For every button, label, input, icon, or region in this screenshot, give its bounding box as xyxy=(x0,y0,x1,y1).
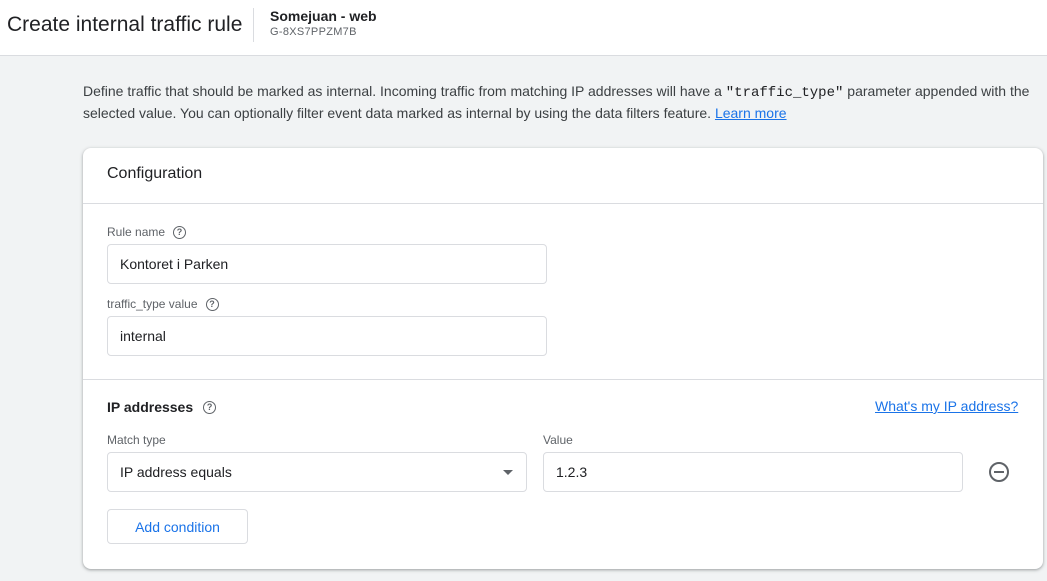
intro-text-before: Define traffic that should be marked as … xyxy=(83,83,726,99)
traffic-type-label-text: traffic_type value xyxy=(107,297,198,311)
rule-name-value: Kontoret i Parken xyxy=(120,256,229,272)
whats-my-ip-link[interactable]: What's my IP address? xyxy=(875,398,1018,414)
intro-description: Define traffic that should be marked as … xyxy=(83,81,1045,123)
help-circle-icon[interactable]: ? xyxy=(203,400,217,414)
dropdown-arrow-icon xyxy=(503,470,513,475)
add-condition-button[interactable]: Add condition xyxy=(107,509,248,544)
help-circle-icon[interactable]: ? xyxy=(205,297,219,311)
ip-addresses-heading: IP addresses ? xyxy=(107,399,217,415)
remove-circle-icon[interactable] xyxy=(989,462,1009,482)
learn-more-link[interactable]: Learn more xyxy=(715,105,787,121)
card-title: Configuration xyxy=(107,165,203,182)
match-type-select[interactable]: IP address equals xyxy=(107,452,527,492)
ip-value: 1.2.3 xyxy=(556,464,588,480)
property-name: Somejuan - web xyxy=(270,8,377,24)
traffic-type-label: traffic_type value ? xyxy=(107,297,219,311)
value-label: Value xyxy=(543,433,573,447)
card-divider xyxy=(83,203,1043,204)
intro-code: "traffic_type" xyxy=(725,85,844,101)
ip-addresses-title: IP addresses xyxy=(107,399,194,415)
help-circle-icon[interactable]: ? xyxy=(173,225,187,239)
page-title: Create internal traffic rule xyxy=(7,13,243,36)
rule-name-label: Rule name ? xyxy=(107,225,187,239)
traffic-type-input[interactable]: internal xyxy=(107,316,547,356)
ip-value-input[interactable]: 1.2.3 xyxy=(543,452,963,492)
match-type-label: Match type xyxy=(107,433,166,447)
header-divider xyxy=(253,8,254,42)
section-divider xyxy=(83,379,1043,380)
traffic-type-value: internal xyxy=(120,328,166,344)
configuration-card: Configuration Rule name ? Kontoret i Par… xyxy=(83,148,1043,569)
property-id: G-8XS7PPZM7B xyxy=(270,26,357,38)
page-header: Create internal traffic rule Somejuan - … xyxy=(0,0,1047,56)
match-type-value: IP address equals xyxy=(120,464,232,480)
rule-name-input[interactable]: Kontoret i Parken xyxy=(107,244,547,284)
rule-name-label-text: Rule name xyxy=(107,225,166,239)
